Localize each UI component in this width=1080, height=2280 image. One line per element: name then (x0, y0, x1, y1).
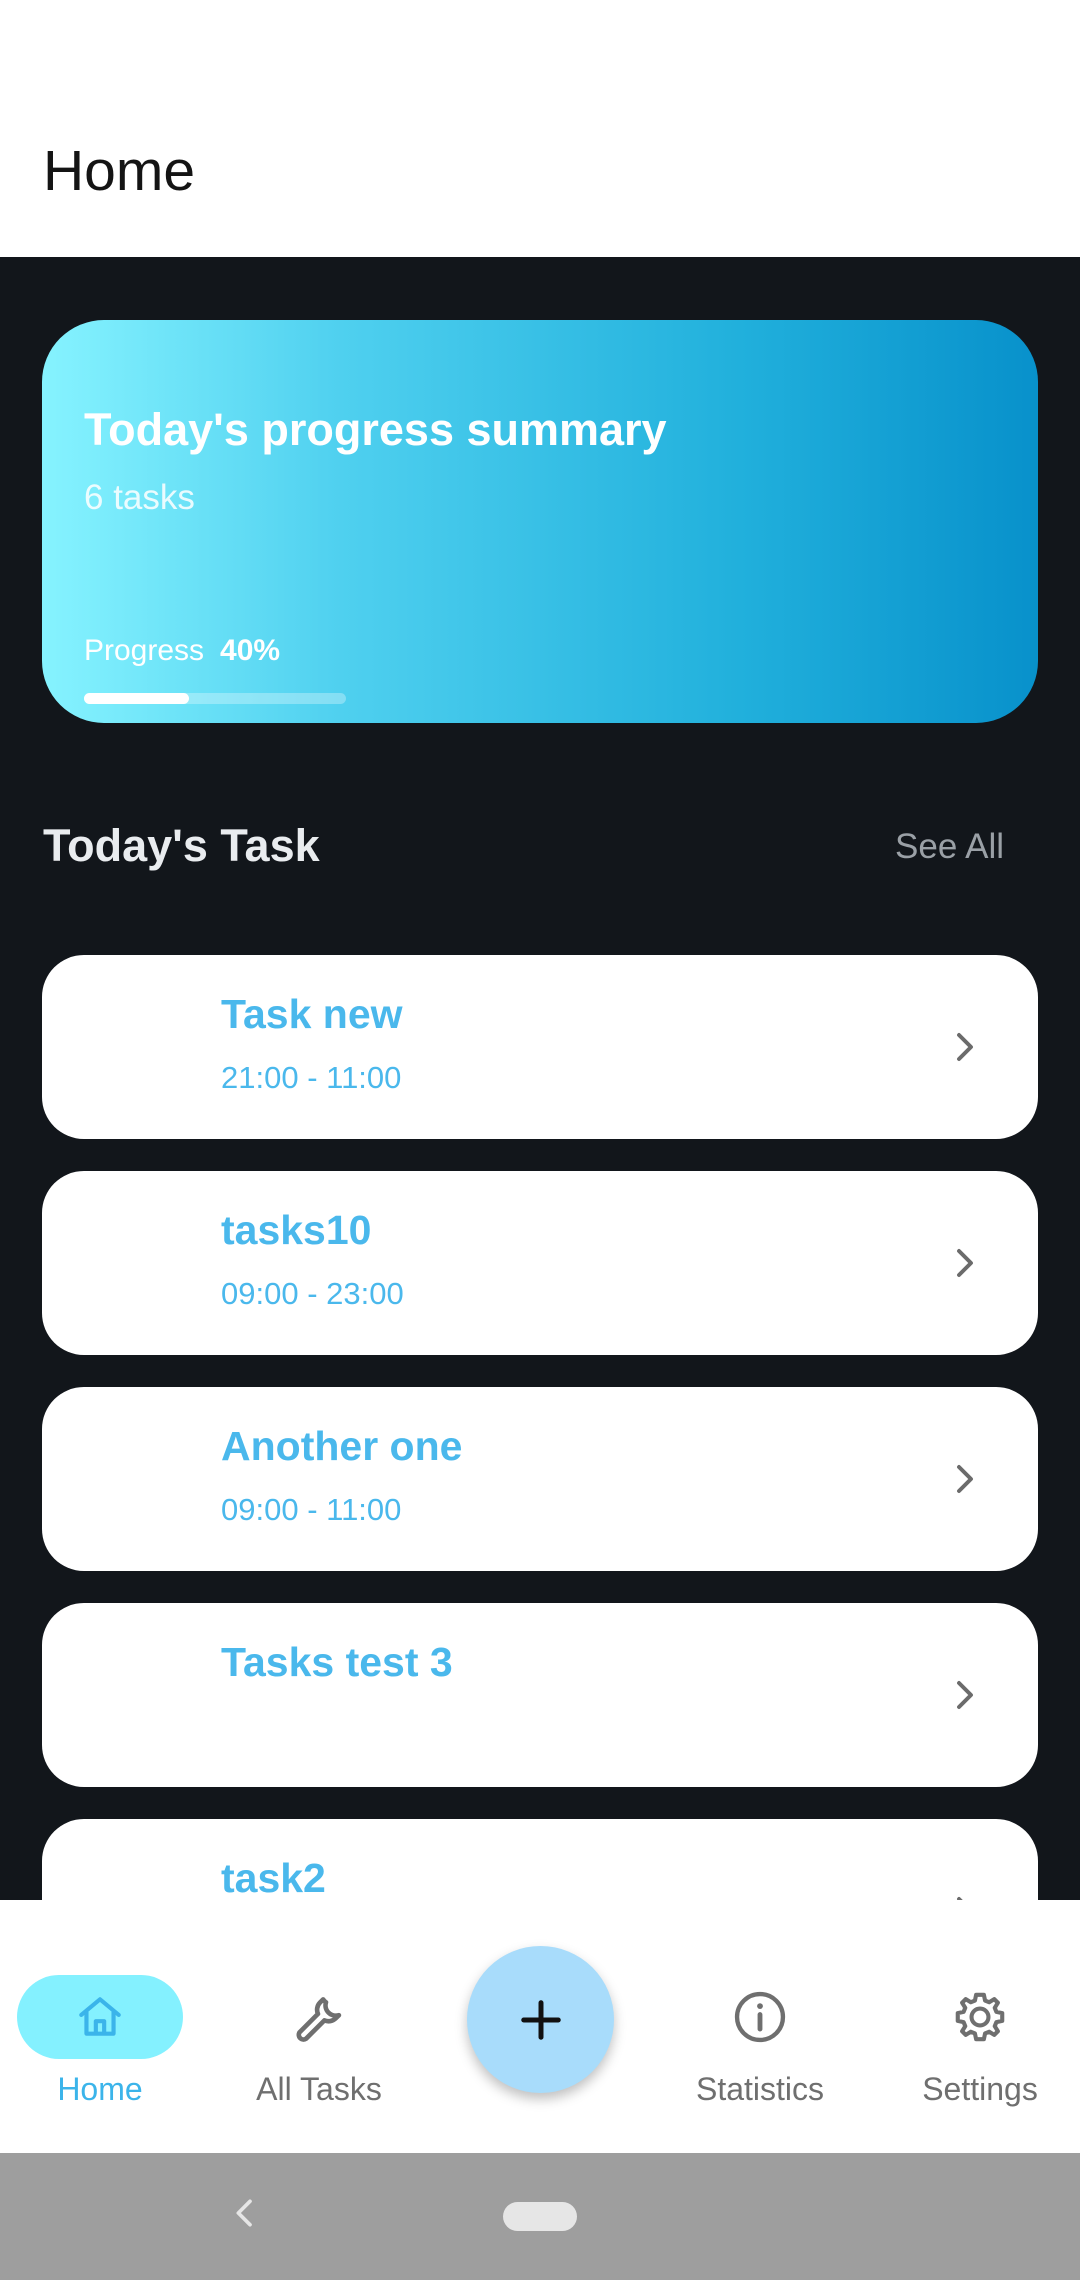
chevron-right-icon (957, 1033, 973, 1061)
chevron-right-icon (957, 1249, 973, 1277)
task-card[interactable]: Another one 09:00 - 11:00 (42, 1387, 1038, 1571)
task-time: 21:00 - 11:00 (221, 1060, 402, 1095)
back-icon[interactable] (225, 2193, 265, 2233)
nav-all-tasks-icon-wrap (236, 1975, 402, 2059)
nav-home[interactable]: Home (0, 1943, 200, 2153)
progress-row: Progress 40% (84, 634, 280, 668)
home-gesture-pill[interactable] (503, 2202, 577, 2231)
chevron-right-icon (957, 1465, 973, 1493)
progress-label: Progress (84, 634, 205, 667)
progress-percent: 40% (220, 634, 281, 667)
task-name: task2 (221, 1855, 326, 1900)
task-name: Tasks test 3 (221, 1639, 453, 1685)
wrench-icon (296, 1997, 342, 2042)
chevron-right-icon (957, 1681, 973, 1709)
chevron-right-icon (957, 1897, 963, 1900)
nav-settings-icon-wrap (897, 1975, 1063, 2059)
nav-settings[interactable]: Settings (880, 1943, 1080, 2153)
task-name: Another one (221, 1423, 463, 1469)
app-bar: Home (0, 0, 1080, 257)
nav-statistics-label: Statistics (695, 2071, 825, 2107)
section-title: Today's Task (43, 820, 320, 871)
system-navigation-bar (0, 2153, 1080, 2280)
see-all-link[interactable]: See All (895, 827, 1004, 867)
summary-title: Today's progress summary (84, 404, 667, 455)
summary-task-count: 6 tasks (84, 478, 195, 517)
task-card[interactable]: task2 (42, 1819, 1038, 1900)
task-time: 09:00 - 23:00 (221, 1276, 404, 1311)
progress-summary-card[interactable]: Today's progress summary 6 tasks Progres… (42, 320, 1038, 723)
task-card[interactable]: Task new 21:00 - 11:00 (42, 955, 1038, 1139)
nav-home-label: Home (57, 2071, 143, 2107)
gear-icon (955, 1992, 1005, 2042)
nav-home-indicator (17, 1975, 183, 2059)
page-title: Home (43, 139, 196, 203)
nav-settings-label: Settings (922, 2071, 1038, 2107)
nav-statistics-icon-wrap (677, 1975, 843, 2059)
task-card[interactable]: Tasks test 3 (42, 1603, 1038, 1787)
nav-all-tasks[interactable]: All Tasks (219, 1943, 419, 2153)
main-content[interactable]: Today's progress summary 6 tasks Progres… (0, 257, 1080, 1900)
task-name: Task new (221, 991, 403, 1037)
plus-icon (520, 1999, 561, 2040)
info-icon (734, 1991, 786, 2043)
nav-statistics[interactable]: Statistics (660, 1943, 860, 2153)
task-card[interactable]: tasks10 09:00 - 23:00 (42, 1171, 1038, 1355)
home-icon (79, 1997, 121, 2036)
progress-bar (84, 693, 346, 704)
task-time: 09:00 - 11:00 (221, 1492, 402, 1527)
task-name: tasks10 (221, 1207, 372, 1253)
progress-bar-fill (84, 693, 189, 704)
nav-all-tasks-label: All Tasks (256, 2071, 382, 2107)
add-task-button[interactable] (467, 1946, 614, 2093)
